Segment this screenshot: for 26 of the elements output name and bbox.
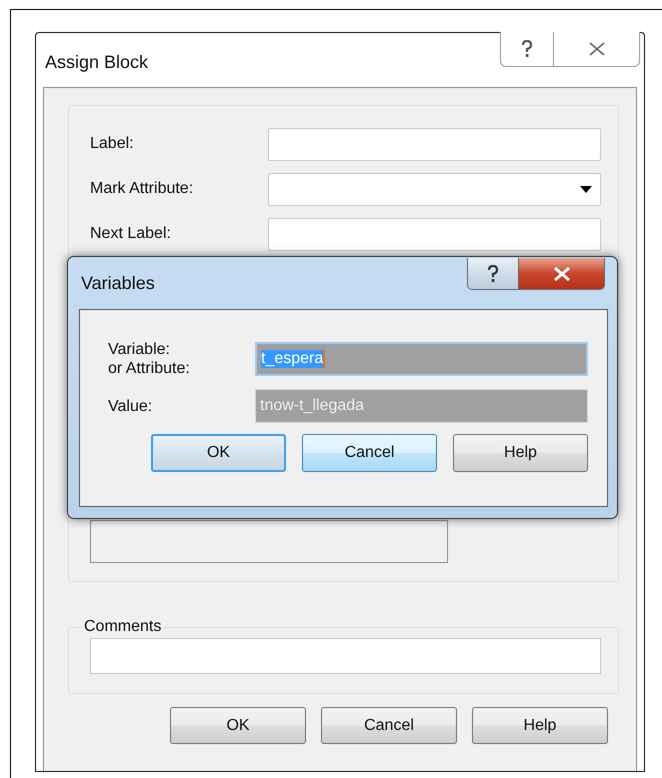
dialog-button[interactable]: Help bbox=[453, 434, 588, 472]
field-label: Variable: or Attribute: bbox=[108, 340, 191, 378]
dropdown-arrow-icon bbox=[580, 186, 592, 192]
close-button[interactable] bbox=[519, 258, 604, 289]
window-title: Assign Block bbox=[45, 52, 148, 72]
dialog-button[interactable]: Cancel bbox=[321, 707, 457, 744]
close-icon bbox=[588, 42, 606, 56]
dialog-button[interactable]: OK bbox=[151, 434, 286, 472]
dropdown-field[interactable] bbox=[268, 172, 601, 206]
group-title: Comments bbox=[83, 618, 162, 636]
field-label: Label: bbox=[90, 135, 135, 153]
help-icon bbox=[521, 40, 533, 58]
list-box[interactable] bbox=[90, 520, 448, 563]
input-field[interactable] bbox=[268, 218, 601, 250]
input-field[interactable] bbox=[90, 638, 601, 674]
dialog-button[interactable]: Cancel bbox=[302, 434, 437, 472]
dialog-button[interactable]: Help bbox=[472, 707, 608, 744]
field-label: Next Label: bbox=[90, 225, 172, 243]
help-button[interactable] bbox=[468, 258, 519, 289]
field-label: Value: bbox=[108, 396, 154, 416]
dialog-button[interactable]: OK bbox=[170, 707, 306, 744]
help-icon bbox=[487, 264, 499, 282]
close-icon bbox=[552, 266, 570, 280]
input-field[interactable] bbox=[268, 128, 601, 160]
field-label: Mark Attribute: bbox=[90, 180, 194, 198]
window-title: Variables bbox=[81, 272, 155, 294]
